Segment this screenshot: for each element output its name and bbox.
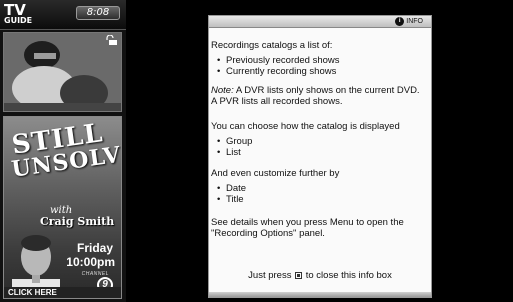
info-box-body: Recordings catalogs a list of: Previousl… [211, 40, 431, 239]
catalog-intro: Recordings catalogs a list of: [211, 40, 333, 51]
info-box-header: i INFO [209, 16, 431, 28]
info-badge: i INFO [395, 17, 423, 27]
promo-ad-panel[interactable]: STILL UNSOLVED with Craig Smith Friday 1… [3, 116, 122, 299]
info-box-footer [209, 292, 431, 297]
note-line2: A PVR lists all recorded shows. [211, 96, 343, 107]
display-options-list: Group List [217, 136, 431, 158]
catalog-list-item: Currently recording shows [217, 66, 431, 77]
note-text: A DVR lists only shows on the current DV… [233, 85, 420, 96]
details-line1: See details when you press Menu to open … [211, 217, 404, 228]
promo-day: Friday [76, 241, 113, 255]
live-video-window[interactable] [3, 32, 122, 112]
customize-intro: And even customize further by [211, 168, 340, 179]
display-intro: You can choose how the catalog is displa… [211, 121, 400, 132]
info-badge-label: INFO [406, 18, 423, 25]
catalog-list: Previously recorded shows Currently reco… [217, 55, 431, 77]
key-icon [295, 271, 303, 279]
close-text-before: Just press [248, 270, 295, 281]
logo-guide-text: GUIDE [4, 16, 33, 25]
display-option-item: List [217, 147, 431, 158]
close-instructions: Just press to close this info box [209, 270, 431, 281]
close-text-after: to close this info box [303, 270, 392, 281]
note-line1: Note: A DVR lists only shows on the curr… [211, 85, 431, 96]
tv-guide-logo: TV GUIDE [4, 3, 34, 29]
lock-icon [106, 35, 117, 45]
details-line2: "Recording Options" panel. [211, 228, 325, 239]
clock-display: 8:08 [76, 6, 120, 20]
promo-time: 10:00pm [66, 255, 115, 269]
guide-top-bar: TV GUIDE 8:08 [0, 0, 126, 30]
customize-option-item: Title [217, 194, 431, 205]
info-icon: i [395, 17, 405, 26]
note-lead: Note: [211, 85, 234, 96]
guide-sidebar: TV GUIDE 8:08 STILL UNSOLVED with Craig … [0, 0, 126, 302]
display-option-item: Group [217, 136, 431, 147]
catalog-list-item: Previously recorded shows [217, 55, 431, 66]
promo-host-name: Craig Smith [40, 215, 115, 228]
customize-option-item: Date [217, 183, 431, 194]
info-box: iINFO Recordings catalogs a list of: Pre… [208, 15, 432, 298]
click-here-link[interactable]: CLICK HERE [4, 287, 121, 298]
customize-options-list: Date Title [217, 183, 431, 205]
